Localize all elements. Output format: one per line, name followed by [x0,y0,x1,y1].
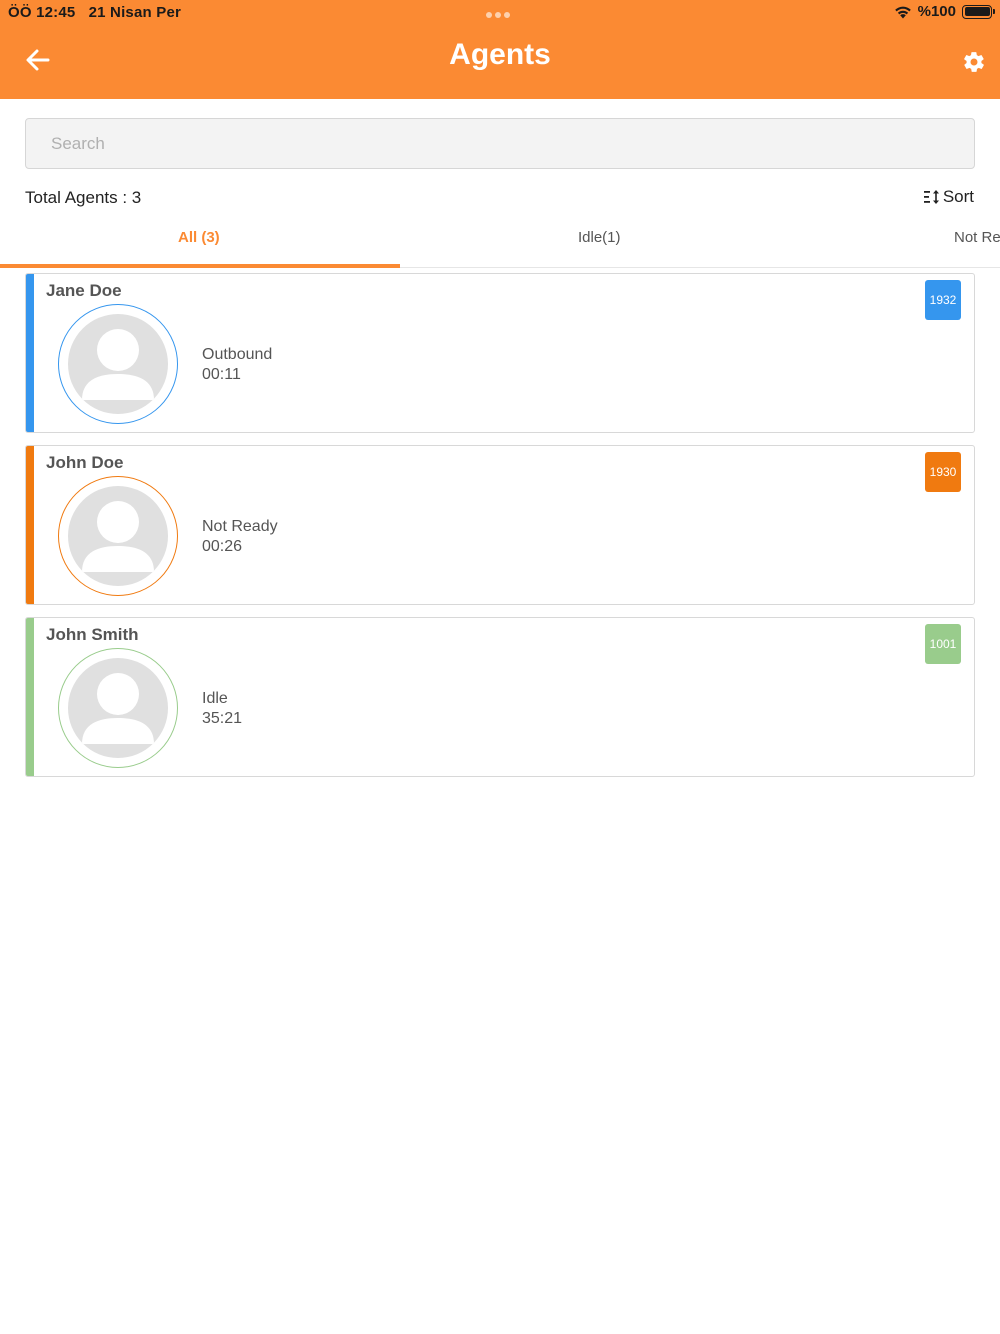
status-color-bar [26,618,34,776]
app-header: ÖÖ 12:45 21 Nisan Per %100 Agents [0,0,1000,99]
agent-status-label: Not Ready [202,518,278,535]
person-icon [68,314,168,414]
filter-tabs: All (3) Idle(1) Not Re [0,218,1000,268]
multitask-dots-icon[interactable] [486,12,510,18]
agent-name: John Smith [46,625,139,644]
tab-all[interactable]: All (3) [178,218,220,267]
agent-status-duration: 00:26 [202,538,243,555]
extension-badge: 1930 [925,452,961,492]
agent-name: Jane Doe [46,281,122,300]
agent-status-duration: 35:21 [202,710,243,727]
gear-icon[interactable] [962,50,986,74]
battery-icon [962,4,995,19]
total-agents-label: Total Agents : 3 [25,188,142,207]
agent-status-label: Outbound [202,346,273,363]
battery-percent: %100 [917,3,956,20]
avatar [58,304,178,424]
person-icon [68,658,168,758]
page-title: Agents [449,38,551,71]
agent-card[interactable]: John Doe Not Ready 00:26 1930 [25,445,975,605]
agent-card[interactable]: Jane Doe Outbound 00:11 1932 [25,273,975,433]
agent-status-duration: 00:11 [202,366,241,383]
status-time-text: ÖÖ 12:45 [8,4,76,21]
sort-button[interactable]: Sort [923,187,974,207]
status-date-text: 21 Nisan Per [88,4,182,21]
avatar [58,476,178,596]
status-color-bar [26,274,34,432]
agent-name: John Doe [46,453,124,472]
agent-status: Not Ready 00:26 [202,517,278,557]
extension-badge: 1001 [925,624,961,664]
agent-status: Idle 35:21 [202,689,242,729]
search-input[interactable] [25,118,975,169]
agent-status: Outbound 00:11 [202,345,272,385]
avatar [58,648,178,768]
tab-idle[interactable]: Idle(1) [578,218,621,267]
person-icon [68,486,168,586]
status-bar-time: ÖÖ 12:45 21 Nisan Per [8,4,181,21]
agent-status-label: Idle [202,690,228,707]
sort-label: Sort [942,187,974,206]
extension-badge: 1932 [925,280,961,320]
active-tab-indicator [0,264,400,268]
sort-icon [923,190,939,204]
wifi-icon [894,6,911,18]
arrow-left-icon[interactable] [22,44,54,76]
status-color-bar [26,446,34,604]
status-bar-right: %100 [894,3,995,20]
tab-not-ready[interactable]: Not Re [954,218,1000,267]
agent-card[interactable]: John Smith Idle 35:21 1001 [25,617,975,777]
